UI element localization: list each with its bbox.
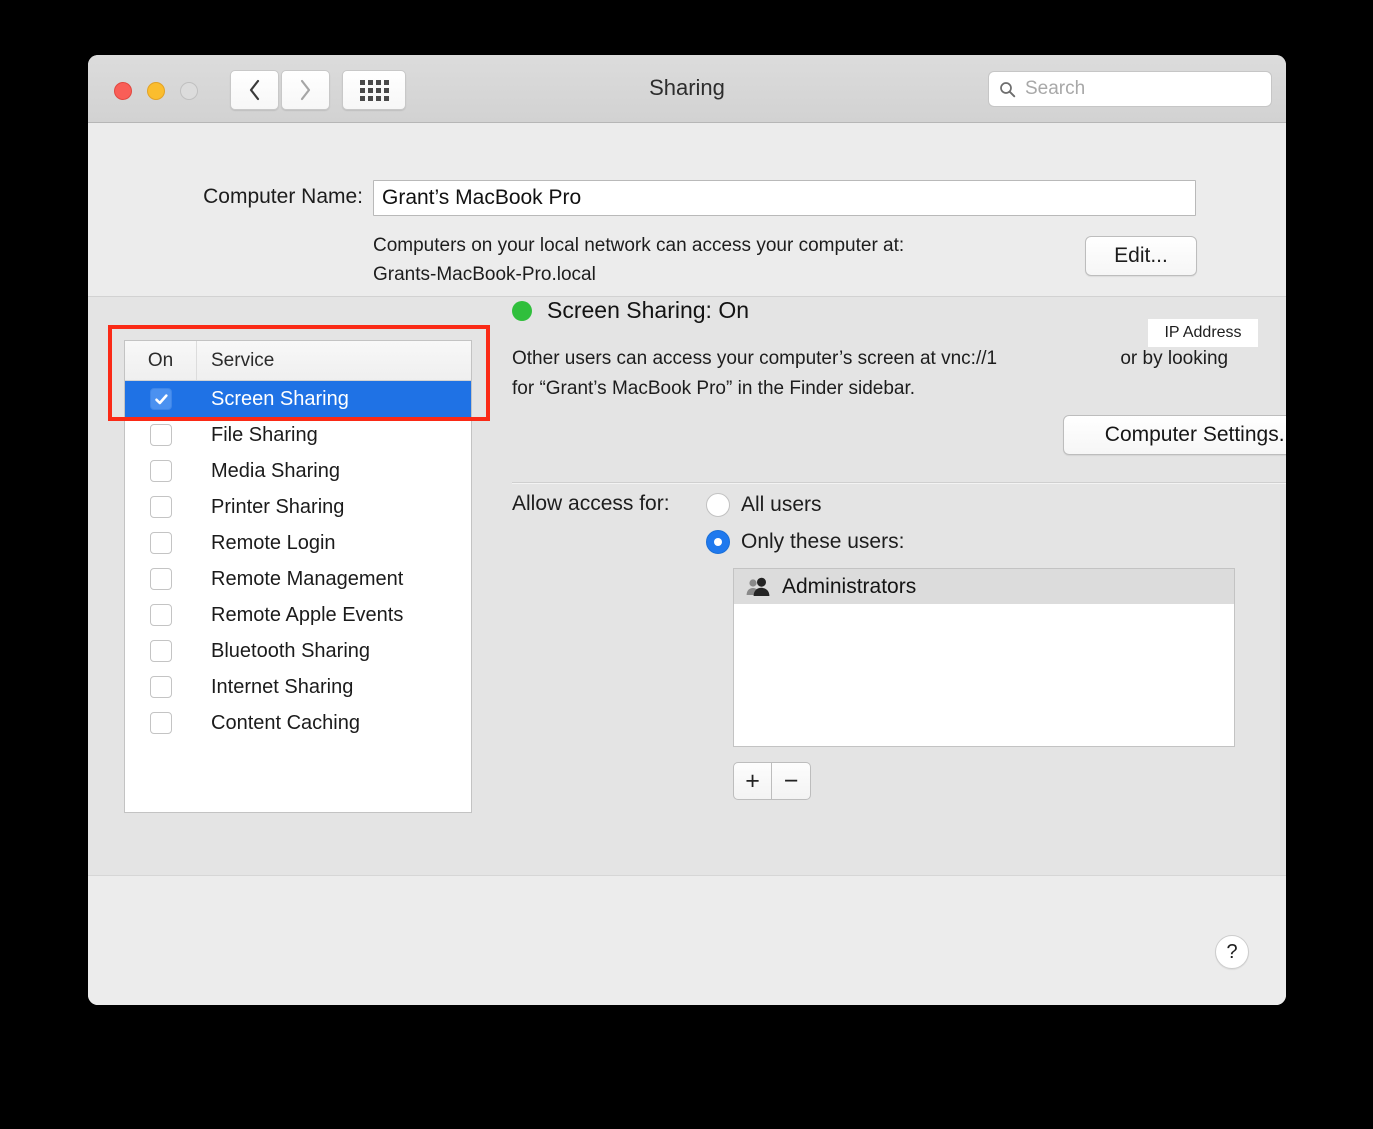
status-indicator-dot xyxy=(512,300,532,321)
remove-user-button[interactable]: − xyxy=(772,762,811,800)
service-checkbox-cell xyxy=(125,676,197,698)
service-row[interactable]: Remote Login xyxy=(125,525,471,561)
checkbox-icon[interactable] xyxy=(150,496,172,518)
ip-address-redaction-box: IP Address xyxy=(1148,319,1258,347)
service-name: Bluetooth Sharing xyxy=(211,639,371,662)
service-row[interactable]: Printer Sharing xyxy=(125,489,471,525)
checkbox-icon[interactable] xyxy=(150,604,172,626)
service-row[interactable]: File Sharing xyxy=(125,417,471,453)
radio-all-users-control[interactable] xyxy=(706,493,730,517)
checkbox-icon[interactable] xyxy=(150,460,172,482)
group-icon xyxy=(746,577,770,596)
ip-address-label: IP Address xyxy=(1164,324,1242,341)
computer-name-section: Computer Name: Computers on your local n… xyxy=(88,123,1286,297)
computer-name-help: Computers on your local network can acce… xyxy=(373,231,1063,289)
service-name: Content Caching xyxy=(211,711,360,734)
service-row[interactable]: Remote Apple Events xyxy=(125,597,471,633)
window-footer: ? xyxy=(88,876,1286,1005)
service-checkbox-cell xyxy=(125,712,197,734)
radio-only-these-users[interactable]: Only these users: xyxy=(706,530,904,554)
user-name: Administrators xyxy=(782,574,917,598)
computer-settings-button[interactable]: Computer Settings... xyxy=(1063,415,1286,455)
section-divider xyxy=(512,482,1286,484)
column-header-on: On xyxy=(125,341,197,380)
computer-name-label: Computer Name: xyxy=(203,185,363,208)
service-name: Printer Sharing xyxy=(211,495,345,518)
add-remove-user-buttons: + − xyxy=(733,762,811,800)
service-status: Screen Sharing: On xyxy=(512,297,749,324)
service-checkbox-cell xyxy=(125,604,197,626)
checkbox-icon[interactable] xyxy=(150,568,172,590)
checkbox-icon[interactable] xyxy=(150,424,172,446)
help-line-1: Computers on your local network can acce… xyxy=(373,235,905,256)
search-icon xyxy=(1000,81,1016,97)
service-name: File Sharing xyxy=(211,423,318,446)
services-list[interactable]: On Service Screen Sharing File Sharing Med… xyxy=(124,340,472,813)
column-header-service: Service xyxy=(211,349,275,371)
service-row[interactable]: Content Caching xyxy=(125,705,471,741)
allow-access-label: Allow access for: xyxy=(512,492,670,515)
help-button[interactable]: ? xyxy=(1215,935,1249,969)
checkbox-icon[interactable] xyxy=(150,640,172,662)
computer-name-input[interactable] xyxy=(373,180,1196,216)
service-checkbox-cell xyxy=(125,568,197,590)
service-row[interactable]: Remote Management xyxy=(125,561,471,597)
service-checkbox-cell xyxy=(125,424,197,446)
checkbox-checked-icon[interactable] xyxy=(150,388,172,410)
list-item[interactable]: Administrators xyxy=(734,569,1234,604)
checkbox-icon[interactable] xyxy=(150,676,172,698)
service-checkbox-cell xyxy=(125,532,197,554)
service-name: Media Sharing xyxy=(211,459,340,482)
checkbox-icon[interactable] xyxy=(150,712,172,734)
services-rows-container: Screen Sharing File Sharing Media Sharing P… xyxy=(125,381,471,741)
service-row[interactable]: Screen Sharing xyxy=(125,381,471,417)
add-user-button[interactable]: + xyxy=(733,762,772,800)
service-checkbox-cell xyxy=(125,460,197,482)
radio-only-these-users-control[interactable] xyxy=(706,530,730,554)
service-row[interactable]: Internet Sharing xyxy=(125,669,471,705)
service-description: Other users can access your computer’s s… xyxy=(512,344,1242,404)
search-field[interactable] xyxy=(988,71,1272,107)
service-row[interactable]: Media Sharing xyxy=(125,453,471,489)
search-input[interactable] xyxy=(1023,77,1261,101)
description-before: Other users can access your computer’s s… xyxy=(512,348,998,369)
service-name: Internet Sharing xyxy=(211,675,354,698)
service-checkbox-cell xyxy=(125,640,197,662)
radio-only-these-users-label: Only these users: xyxy=(741,530,905,553)
edit-button[interactable]: Edit... xyxy=(1085,236,1197,276)
radio-all-users[interactable]: All users xyxy=(706,493,822,517)
service-name: Remote Apple Events xyxy=(211,603,404,626)
sharing-main-area: On Service Screen Sharing File Sharing Med… xyxy=(88,297,1286,876)
service-name: Remote Login xyxy=(211,531,336,554)
service-name: Screen Sharing xyxy=(211,387,349,410)
radio-all-users-label: All users xyxy=(741,493,822,516)
service-checkbox-cell xyxy=(125,388,197,410)
window-titlebar: Sharing xyxy=(88,55,1286,123)
checkbox-icon[interactable] xyxy=(150,532,172,554)
services-list-header: On Service xyxy=(125,341,471,381)
service-row[interactable]: Bluetooth Sharing xyxy=(125,633,471,669)
service-name: Remote Management xyxy=(211,567,404,590)
status-label: Screen Sharing: On xyxy=(547,297,750,323)
allowed-users-list[interactable]: Administrators xyxy=(733,568,1235,747)
sharing-preferences-window: Sharing Computer Name: Computers on your… xyxy=(88,55,1286,1005)
help-line-2: Grants-MacBook-Pro.local xyxy=(373,264,596,285)
service-checkbox-cell xyxy=(125,496,197,518)
